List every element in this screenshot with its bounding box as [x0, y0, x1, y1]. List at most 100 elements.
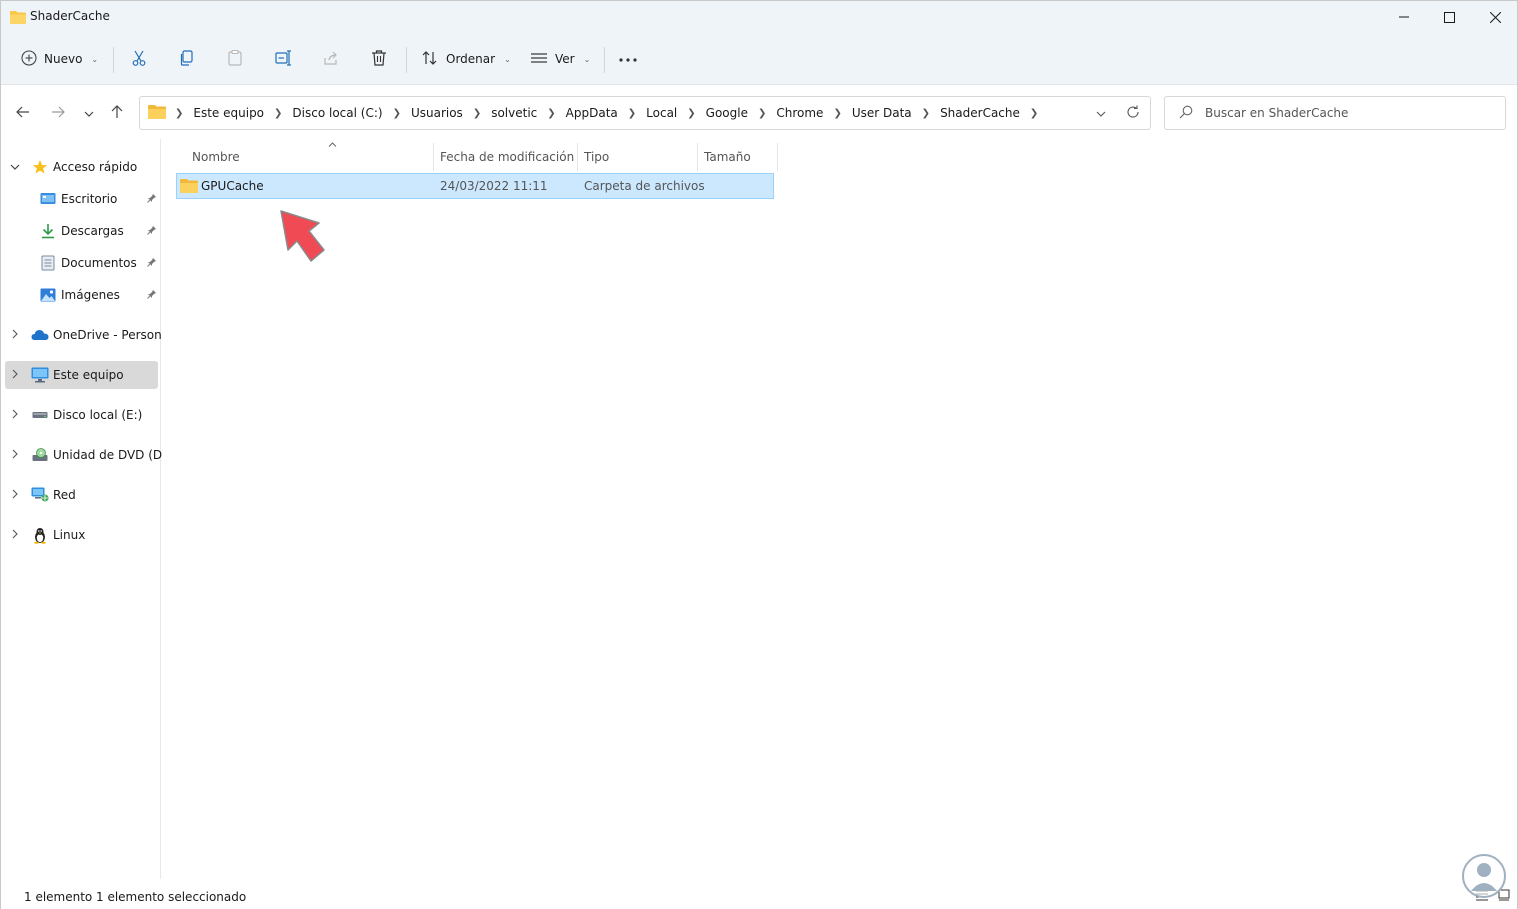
sidebar-item-dvd-drive[interactable]: Unidad de DVD (D:): [5, 441, 171, 469]
pin-icon: [147, 257, 157, 270]
recent-locations-button[interactable]: [77, 101, 101, 125]
crumb-local[interactable]: Local: [645, 106, 678, 120]
chevron-down-icon: [84, 106, 94, 120]
sidebar-item-downloads[interactable]: Descargas: [5, 217, 159, 245]
close-button[interactable]: [1472, 1, 1518, 33]
network-icon: [31, 486, 49, 504]
table-row[interactable]: GPUCache 24/03/2022 11:11 Carpeta de arc…: [176, 173, 774, 199]
sidebar-item-label: Documentos: [61, 256, 137, 270]
crumb-shadercache[interactable]: ShaderCache: [939, 106, 1021, 120]
pictures-icon: [39, 286, 57, 304]
chevron-right-icon[interactable]: ❯: [922, 108, 930, 119]
chevron-right-icon[interactable]: ❯: [758, 108, 766, 119]
sort-icon: [421, 50, 439, 69]
maximize-button[interactable]: [1426, 1, 1472, 33]
delete-button[interactable]: [370, 43, 388, 75]
crumb-appdata[interactable]: AppData: [565, 106, 619, 120]
chevron-right-icon[interactable]: [9, 449, 21, 462]
sidebar-item-documents[interactable]: Documentos: [5, 249, 159, 277]
status-bar: 1 elemento 1 elemento seleccionado: [1, 879, 1517, 909]
back-button[interactable]: [11, 101, 35, 125]
copy-button[interactable]: [178, 43, 196, 75]
cloud-icon: [31, 326, 49, 344]
sidebar-item-local-disk-e[interactable]: Disco local (E:): [5, 401, 159, 429]
sidebar-item-label: Descargas: [61, 224, 124, 238]
address-bar[interactable]: ❯ Este equipo ❯ Disco local (C:) ❯ Usuar…: [139, 96, 1151, 130]
share-icon: [322, 49, 340, 70]
chevron-right-icon[interactable]: ❯: [393, 108, 401, 119]
copy-icon: [178, 49, 196, 70]
crumb-usuarios[interactable]: Usuarios: [410, 106, 464, 120]
chevron-right-icon[interactable]: [9, 409, 21, 422]
sidebar-item-label: Este equipo: [53, 368, 124, 382]
crumb-user-data[interactable]: User Data: [851, 106, 913, 120]
sidebar-item-label: Escritorio: [61, 192, 118, 206]
column-header-modified[interactable]: Fecha de modificación: [434, 143, 578, 171]
more-options-button[interactable]: [618, 43, 638, 75]
new-button[interactable]: Nuevo ⌄: [21, 43, 98, 75]
window-title: ShaderCache: [30, 9, 110, 23]
sidebar-item-network[interactable]: Red: [5, 481, 159, 509]
file-modified: 24/03/2022 11:11: [440, 179, 548, 193]
column-header-type[interactable]: Tipo: [578, 143, 698, 171]
sidebar-item-onedrive[interactable]: OneDrive - Personal: [5, 321, 172, 349]
sidebar-item-label: Disco local (E:): [53, 408, 143, 422]
navigation-pane: Acceso rápido Escritorio Descargas Docum…: [1, 139, 172, 879]
cut-button[interactable]: [130, 43, 148, 75]
chevron-right-icon[interactable]: [9, 329, 21, 342]
chevron-right-icon[interactable]: ❯: [1030, 108, 1038, 119]
sidebar-item-pictures[interactable]: Imágenes: [5, 281, 159, 309]
chevron-right-icon[interactable]: ❯: [687, 108, 695, 119]
search-box[interactable]: [1164, 96, 1506, 130]
folder-icon: [148, 104, 166, 122]
share-button[interactable]: [322, 43, 340, 75]
sidebar-item-this-pc[interactable]: Este equipo: [5, 361, 158, 389]
chevron-right-icon[interactable]: [9, 529, 21, 542]
view-list-icon: [530, 51, 548, 68]
pin-icon: [147, 289, 157, 302]
folder-icon: [10, 10, 26, 27]
chevron-right-icon: ❯: [175, 107, 184, 119]
crumb-google[interactable]: Google: [705, 106, 749, 120]
paste-icon: [226, 49, 244, 70]
chevron-right-icon[interactable]: ❯: [473, 108, 481, 119]
forward-button[interactable]: [46, 101, 70, 125]
rename-icon: [274, 49, 292, 70]
minimize-button[interactable]: [1381, 1, 1427, 33]
crumb-disco-local-c[interactable]: Disco local (C:): [291, 106, 383, 120]
chevron-right-icon[interactable]: ❯: [628, 108, 636, 119]
column-header-name[interactable]: Nombre: [186, 142, 434, 171]
file-list: Nombre Fecha de modificación Tipo Tamaño…: [162, 139, 1517, 879]
new-label: Nuevo: [44, 52, 83, 66]
chevron-right-icon[interactable]: ❯: [833, 108, 841, 119]
column-header-size[interactable]: Tamaño: [698, 143, 778, 171]
crumb-chrome[interactable]: Chrome: [775, 106, 824, 120]
sort-button[interactable]: Ordenar ⌄: [421, 43, 511, 75]
crumb-solvetic[interactable]: solvetic: [490, 106, 538, 120]
address-row: ❯ Este equipo ❯ Disco local (C:) ❯ Usuar…: [1, 85, 1517, 139]
up-button[interactable]: [105, 101, 129, 125]
chevron-down-icon[interactable]: [9, 162, 21, 173]
chevron-down-icon: ⌄: [583, 54, 591, 64]
chevron-right-icon[interactable]: ❯: [274, 108, 282, 119]
chevron-right-icon[interactable]: [9, 489, 21, 502]
rename-button[interactable]: [274, 43, 292, 75]
dvd-drive-icon: [31, 446, 49, 464]
paste-button[interactable]: [226, 43, 244, 75]
search-input[interactable]: [1205, 106, 1485, 120]
sidebar-item-desktop[interactable]: Escritorio: [5, 185, 159, 213]
sidebar-item-quick-access[interactable]: Acceso rápido: [5, 153, 159, 181]
breadcrumb: Este equipo ❯ Disco local (C:) ❯ Usuario…: [192, 106, 1047, 120]
crumb-este-equipo[interactable]: Este equipo: [192, 106, 265, 120]
sidebar-item-label: Linux: [53, 528, 86, 542]
refresh-icon: [1126, 105, 1140, 122]
sidebar-item-linux[interactable]: Linux: [5, 521, 159, 549]
address-history-button[interactable]: [1086, 97, 1116, 129]
view-button[interactable]: Ver ⌄: [530, 43, 590, 75]
trash-icon: [370, 49, 388, 70]
chevron-right-icon[interactable]: [9, 369, 21, 382]
chevron-right-icon[interactable]: ❯: [547, 108, 555, 119]
title-bar: ShaderCache: [1, 1, 1517, 33]
sidebar-item-label: OneDrive - Personal: [53, 328, 173, 342]
refresh-button[interactable]: [1118, 97, 1148, 129]
